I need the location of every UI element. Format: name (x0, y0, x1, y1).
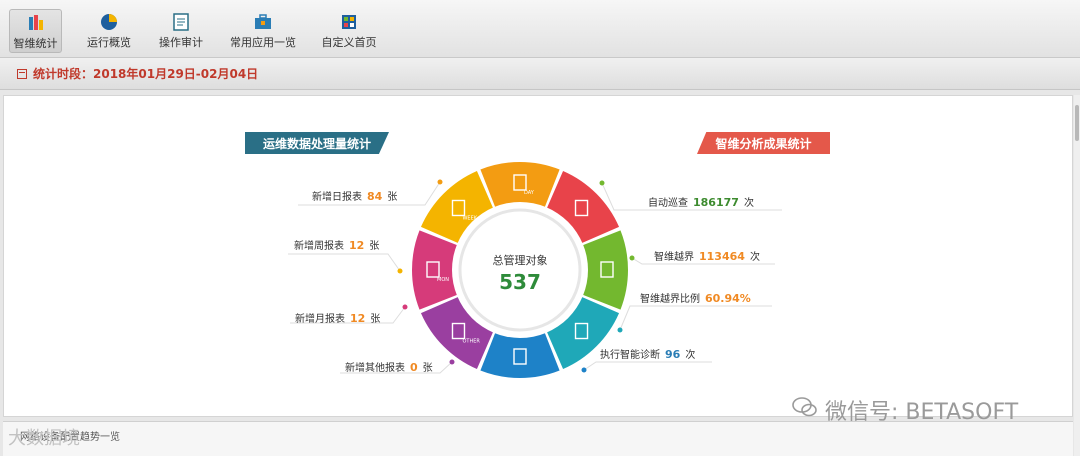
center-value: 537 (499, 270, 541, 294)
donut-segment-mon (412, 230, 459, 310)
stat-exceed-ratio: 智维越界比例 60.94% (640, 290, 756, 305)
donut-segment-medical (480, 331, 560, 378)
stat-label: 新增周报表 (294, 241, 344, 252)
stat-label: 执行智能诊断 (600, 350, 660, 361)
leader-dot (397, 268, 403, 274)
stat-boundary-exceed: 智维越界 113464 次 (654, 248, 760, 263)
center-title: 总管理对象 (492, 254, 548, 267)
leader-dot (629, 255, 635, 261)
stat-value: 12 (349, 239, 365, 252)
stat-auto-patrol: 自动巡查 186177 次 (648, 194, 754, 209)
segment-label: MON (437, 277, 449, 283)
segment-label: DAY (524, 190, 535, 196)
stat-value: 96 (665, 348, 681, 361)
stat-value: 113464 (699, 250, 745, 263)
segment-label: OTHER (462, 339, 480, 345)
watermark-wechat: 微信号: BETASOFT (825, 400, 1019, 425)
stat-value: 0 (410, 361, 418, 374)
stat-other-reports: 新增其他报表 0 张 (345, 359, 433, 374)
stat-weekly-reports: 新增周报表 12 张 (294, 237, 379, 252)
stat-label: 新增日报表 (312, 192, 362, 203)
stat-smart-diagnosis: 执行智能诊断 96 次 (600, 346, 695, 361)
stat-unit: 张 (387, 192, 398, 203)
stat-monthly-reports: 新增月报表 12 张 (295, 310, 380, 325)
stat-unit: 张 (369, 241, 380, 252)
bottom-panel (3, 421, 1073, 456)
stat-unit: 次 (743, 198, 754, 209)
stat-label: 智维越界 (654, 252, 694, 263)
donut-segment-timer (581, 230, 628, 310)
stat-value: 60.94% (705, 292, 751, 305)
stat-daily-reports: 新增日报表 84 张 (312, 188, 397, 203)
stat-unit: 张 (422, 363, 433, 374)
stat-unit: 张 (370, 314, 381, 325)
stat-value: 12 (350, 312, 366, 325)
stat-unit: 次 (749, 252, 760, 263)
stat-unit: 次 (685, 350, 696, 361)
stat-value: 84 (367, 190, 383, 203)
stat-label: 新增其他报表 (345, 363, 405, 374)
stat-label: 自动巡查 (648, 198, 688, 209)
watermark-left: 大数据境 (8, 428, 80, 449)
leader-dot (402, 304, 408, 310)
stat-value: 186177 (693, 196, 739, 209)
donut-segment-day (480, 162, 560, 209)
stat-label: 新增月报表 (295, 314, 345, 325)
stat-label: 智维越界比例 (640, 294, 700, 305)
wechat-icon (792, 397, 817, 417)
